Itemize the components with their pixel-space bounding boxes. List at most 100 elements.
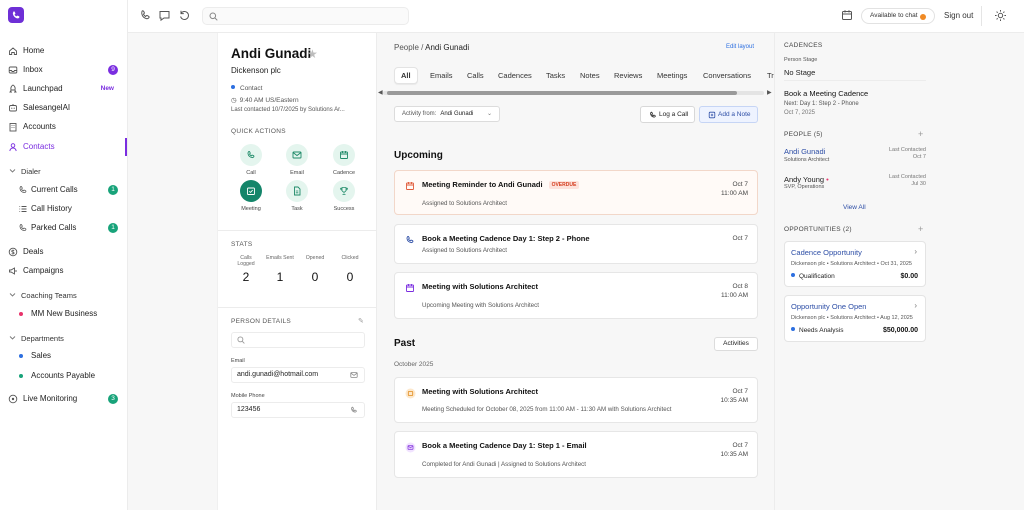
sidebar-item-home[interactable]: Home <box>0 42 127 60</box>
quick-action-cadence[interactable]: Cadence <box>324 144 364 176</box>
view-all-link[interactable]: View All <box>843 204 866 211</box>
opportunity-card[interactable]: Cadence Opportunity › Dickenson plc • So… <box>784 241 926 287</box>
activity-from-value: Andi Gunadi <box>440 111 474 117</box>
sidebar-item-contacts[interactable]: Contacts <box>0 138 127 156</box>
quick-action-call[interactable]: Call <box>231 144 271 176</box>
quick-action-success[interactable]: Success <box>324 180 364 212</box>
calendar-icon[interactable] <box>841 9 855 23</box>
scrollbar-thumb[interactable] <box>387 91 737 95</box>
sidebar-item-label: Current Calls <box>31 185 78 194</box>
sidebar-item-parked-calls[interactable]: Parked Calls 1 <box>0 219 127 237</box>
dollar-icon <box>8 247 18 257</box>
tab-calls[interactable]: Calls <box>467 71 484 80</box>
priority-dot-icon: • <box>826 175 829 184</box>
mobile-phone-field[interactable]: 123456 <box>231 402 365 418</box>
sidebar-item-inbox[interactable]: Inbox 9 <box>0 61 127 79</box>
quick-action-task[interactable]: Task <box>277 180 317 212</box>
tab-meetings[interactable]: Meetings <box>657 71 687 80</box>
coaching-teams-toggle[interactable]: Coaching Teams <box>0 287 127 303</box>
chat-icon[interactable] <box>158 9 172 23</box>
tab-tr[interactable]: Tr <box>767 71 774 80</box>
sidebar: Home Inbox 9 Launchpad New SalesangelAI … <box>0 0 128 510</box>
availability-status[interactable]: Available to chat <box>861 8 935 24</box>
edit-pencil-icon[interactable]: ✎ <box>358 317 364 325</box>
sidebar-item-current-calls[interactable]: Current Calls 1 <box>0 181 127 199</box>
tab-cadences[interactable]: Cadences <box>498 71 532 80</box>
sidebar-item-label: Contacts <box>23 142 55 151</box>
person-link[interactable]: Andy Young • <box>784 175 829 184</box>
departments-toggle[interactable]: Departments <box>0 330 127 346</box>
sidebar-item-sales[interactable]: Sales <box>0 347 127 365</box>
refresh-icon[interactable] <box>178 9 192 23</box>
tab-conversations[interactable]: Conversations <box>703 71 751 80</box>
last-contacted-info: Last Contacted Jul 30 <box>889 174 926 187</box>
sidebar-item-accounts-payable[interactable]: Accounts Payable <box>0 367 127 385</box>
breadcrumb-current: Andi Gunadi <box>425 43 470 52</box>
stat-value: 1 <box>276 270 284 284</box>
opportunity-meta: Dickenson plc • Solutions Architect • Oc… <box>791 261 912 267</box>
email-field[interactable]: andi.gunadi@hotmail.com <box>231 367 365 383</box>
sign-out-link[interactable]: Sign out <box>944 11 973 20</box>
tabs-scrollbar[interactable] <box>383 91 764 95</box>
sidebar-item-call-history[interactable]: Call History <box>0 200 127 218</box>
inbox-icon <box>8 65 18 75</box>
add-opportunity-icon[interactable]: + <box>918 224 923 234</box>
sidebar-item-salesangelai[interactable]: SalesangelAI <box>0 99 127 117</box>
contacts-icon <box>8 142 18 152</box>
sidebar-item-label: Call History <box>31 204 72 213</box>
tab-reviews[interactable]: Reviews <box>614 71 642 80</box>
company-link[interactable]: Dickenson plc <box>231 66 281 75</box>
activity-card[interactable]: Meeting with Solutions Architect Meeting… <box>394 377 758 423</box>
details-search-input[interactable] <box>231 332 365 348</box>
cadence-name[interactable]: Book a Meeting Cadence <box>784 89 868 98</box>
upcoming-title: Upcoming <box>394 150 443 161</box>
cadence-date: Oct 7, 2025 <box>784 110 816 116</box>
log-call-button[interactable]: Log a Call <box>640 106 695 123</box>
activity-from-select[interactable]: Activity from: Andi Gunadi ⌄ <box>394 106 500 122</box>
scroll-left-icon[interactable]: ◀ <box>378 89 383 96</box>
sidebar-item-deals[interactable]: Deals <box>0 243 127 261</box>
scroll-right-icon[interactable]: ▶ <box>767 89 772 96</box>
add-note-button[interactable]: Add a Note <box>699 106 758 123</box>
activity-from-label: Activity from: <box>402 111 437 117</box>
sidebar-item-label: Accounts <box>23 122 56 131</box>
person-role: SVP, Operations <box>784 184 825 190</box>
activities-button[interactable]: Activities <box>714 337 758 351</box>
tab-all[interactable]: All <box>394 67 418 84</box>
person-stage-value[interactable]: No Stage <box>784 68 815 77</box>
quick-action-meeting[interactable]: Meeting <box>231 180 271 212</box>
stat-label: Calls Logged <box>237 255 255 267</box>
phone-logo-icon[interactable] <box>8 7 24 23</box>
person-link[interactable]: Andi Gunadi <box>784 147 825 156</box>
phone-icon[interactable] <box>139 9 153 23</box>
opportunity-name: Opportunity One Open <box>791 302 867 311</box>
phone-icon[interactable] <box>350 406 358 414</box>
dialer-section-toggle[interactable]: Dialer <box>0 163 127 179</box>
activity-date: Oct 7 <box>732 235 748 242</box>
activity-card[interactable]: Book a Meeting Cadence Day 1: Step 2 - P… <box>394 224 758 264</box>
mail-icon[interactable] <box>350 371 358 379</box>
activity-card[interactable]: Meeting with Solutions Architect Upcomin… <box>394 272 758 319</box>
sidebar-item-mm-new-business[interactable]: MM New Business <box>0 305 127 323</box>
sun-icon[interactable] <box>994 9 1008 23</box>
quick-action-email[interactable]: Email <box>277 144 317 176</box>
tab-notes[interactable]: Notes <box>580 71 600 80</box>
breadcrumb-root[interactable]: People / <box>394 43 423 52</box>
activity-card[interactable]: Book a Meeting Cadence Day 1: Step 1 - E… <box>394 431 758 478</box>
sidebar-item-campaigns[interactable]: Campaigns <box>0 262 127 280</box>
stat-emails-sent: Emails Sent 1 <box>265 255 295 284</box>
past-title: Past <box>394 338 416 349</box>
sidebar-item-accounts[interactable]: Accounts <box>0 118 127 136</box>
add-person-icon[interactable]: + <box>918 129 923 139</box>
sidebar-item-launchpad[interactable]: Launchpad New <box>0 80 127 98</box>
search-input[interactable] <box>202 7 409 25</box>
tab-tasks[interactable]: Tasks <box>546 71 565 80</box>
star-icon[interactable]: ★ <box>307 47 318 61</box>
sidebar-item-label: SalesangelAI <box>23 103 71 112</box>
edit-layout-link[interactable]: Edit layout <box>726 44 754 50</box>
activity-card[interactable]: Meeting Reminder to Andi Gunadi OVERDUE A… <box>394 170 758 215</box>
person-stage-label: Person Stage <box>784 57 818 63</box>
opportunity-card[interactable]: Opportunity One Open › Dickenson plc • S… <box>784 295 926 342</box>
sidebar-item-live-monitoring[interactable]: Live Monitoring 3 <box>0 390 127 408</box>
tab-emails[interactable]: Emails <box>430 71 453 80</box>
